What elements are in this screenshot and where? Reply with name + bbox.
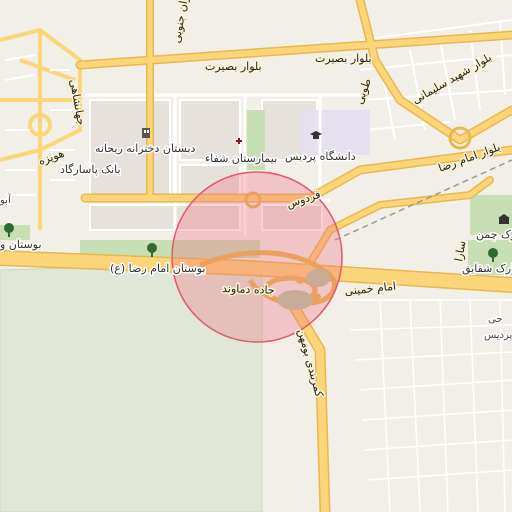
label-bank-pasargad[interactable]: بانک پاسارگاد	[59, 162, 123, 178]
label-basirat-left: بلوار بصیرت	[205, 60, 262, 73]
label-varzesh-park[interactable]: بوستان و	[0, 237, 43, 253]
label-damavand: جاده دماوند	[222, 282, 275, 297]
label-pardis-prefix: حی	[488, 314, 503, 325]
label-basirat-right: بلوار بصیرت	[315, 52, 372, 65]
map-viewport[interactable]: بلوار بصیرت بلوار بصیرت بلوار شهید سلیما…	[0, 0, 512, 512]
map-canvas[interactable]: بلوار بصیرت بلوار بصیرت بلوار شهید سلیما…	[0, 0, 512, 512]
label-park-chaman[interactable]: پارک چمن	[475, 227, 512, 243]
label-left-edge: آبو	[0, 193, 12, 206]
label-daneshgah-pardis[interactable]: دانشگاه پردیس	[284, 149, 358, 165]
label-park-shaqayeq[interactable]: پارک شقایق	[461, 261, 512, 278]
label-pardis: پردیس	[484, 330, 512, 341]
label-bimarestan-shafa[interactable]: بیمارستان شفاء	[204, 151, 279, 167]
label-imam-reza-park[interactable]: بوستان امام رضا (ع)	[109, 261, 207, 277]
school-icon[interactable]	[142, 128, 150, 138]
university-area	[300, 110, 370, 155]
label-dabestan-reyhaneh[interactable]: دبستان دخترانه ریحانه	[94, 141, 198, 157]
